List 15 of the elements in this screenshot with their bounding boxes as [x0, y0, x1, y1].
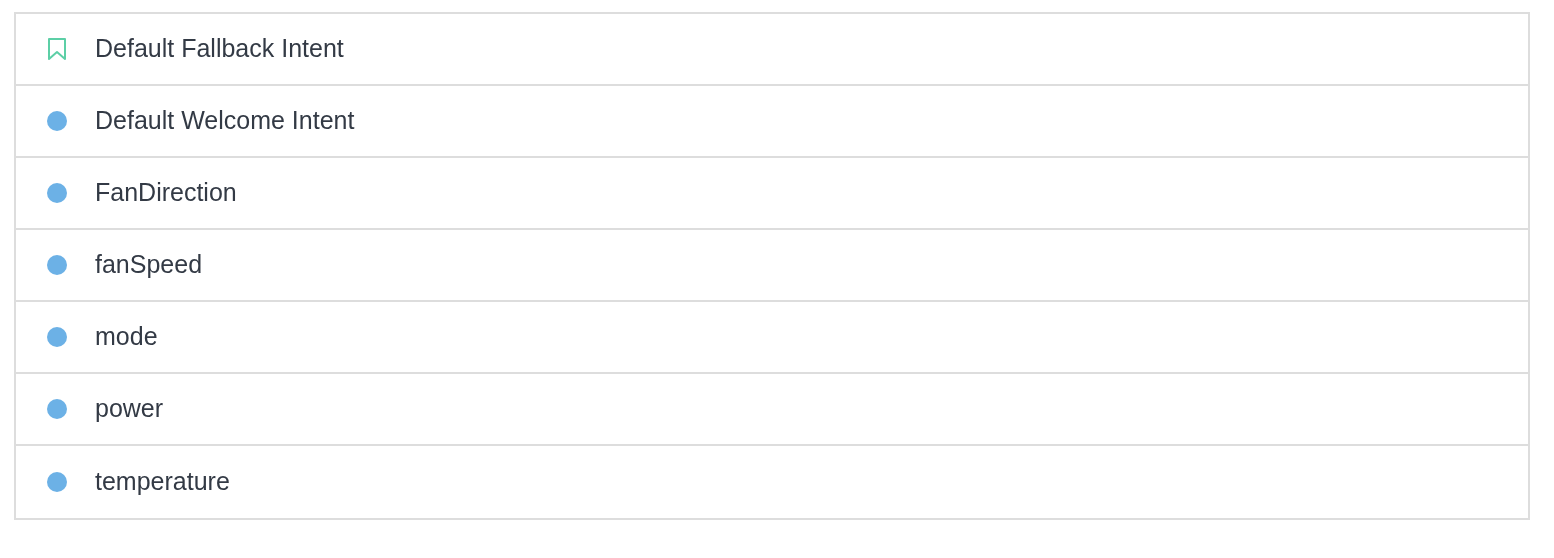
bookmark-icon: [46, 37, 67, 61]
intent-row[interactable]: temperature: [16, 446, 1528, 518]
intent-row[interactable]: fanSpeed: [16, 230, 1528, 302]
intent-name: power: [95, 393, 164, 425]
intent-row[interactable]: Default Welcome Intent: [16, 86, 1528, 158]
intent-name: Default Welcome Intent: [95, 105, 355, 137]
intent-name: Default Fallback Intent: [95, 33, 344, 65]
intent-name: FanDirection: [95, 177, 237, 209]
intent-name: fanSpeed: [95, 249, 203, 281]
intent-row[interactable]: power: [16, 374, 1528, 446]
intent-row[interactable]: Default Fallback Intent: [16, 14, 1528, 86]
intent-row[interactable]: FanDirection: [16, 158, 1528, 230]
intent-name: temperature: [95, 466, 230, 498]
intent-name: mode: [95, 321, 158, 353]
intent-row[interactable]: mode: [16, 302, 1528, 374]
